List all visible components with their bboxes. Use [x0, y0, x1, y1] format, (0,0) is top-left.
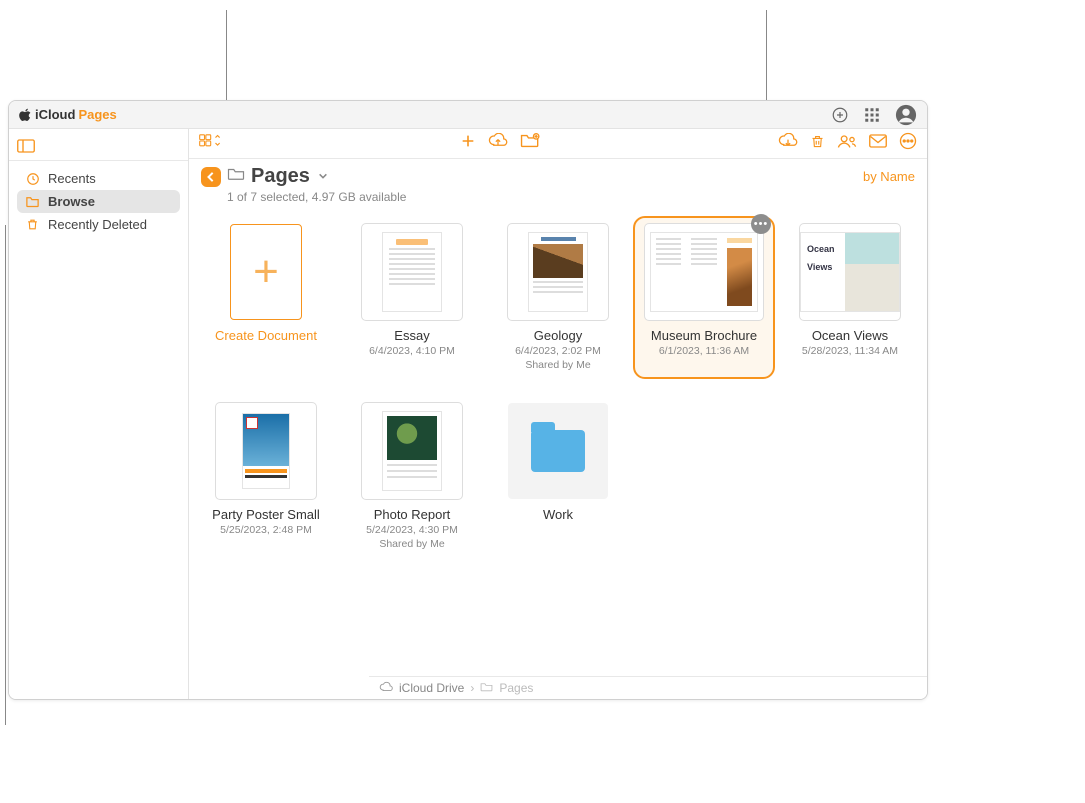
- tile-name: Geology: [534, 328, 582, 343]
- folder-title[interactable]: Pages: [251, 165, 310, 188]
- thumbnail: [508, 224, 608, 320]
- thumbnail: [362, 224, 462, 320]
- app-window: iCloud Pages: [8, 100, 928, 700]
- create-plus-icon[interactable]: [831, 106, 849, 124]
- new-folder-icon[interactable]: [520, 133, 540, 154]
- document-tile-party-poster[interactable]: Party Poster Small 5/25/2023, 2:48 PM: [197, 397, 335, 556]
- titlebar-brand[interactable]: iCloud Pages: [19, 107, 117, 122]
- sidebar-toggle-icon[interactable]: [17, 139, 35, 153]
- thumbnail: [645, 224, 763, 320]
- toolbar: [189, 129, 927, 159]
- tile-name: Essay: [394, 328, 429, 343]
- tile-date: 6/4/2023, 2:02 PM: [515, 345, 601, 357]
- thumbnail: Ocean Views: [800, 224, 900, 320]
- sidebar-item-recents[interactable]: Recents: [17, 167, 180, 190]
- tile-date: 5/28/2023, 11:34 AM: [802, 345, 898, 357]
- share-people-icon[interactable]: [837, 133, 857, 154]
- callout-line-sidebar: [5, 225, 6, 725]
- more-icon[interactable]: [899, 132, 917, 155]
- tile-name: Work: [543, 507, 573, 522]
- tile-name: Photo Report: [374, 507, 451, 522]
- folder-small-icon: [480, 681, 493, 695]
- breadcrumb: iCloud Drive › Pages: [369, 676, 927, 699]
- chevron-down-icon[interactable]: [318, 171, 328, 183]
- folder-icon: [531, 430, 585, 472]
- delete-icon[interactable]: [810, 133, 825, 155]
- account-icon[interactable]: [895, 104, 917, 126]
- sidebar-item-label: Recents: [48, 171, 96, 186]
- clock-icon: [25, 171, 40, 186]
- document-tile-essay[interactable]: Essay 6/4/2023, 4:10 PM: [343, 218, 481, 377]
- sidebar-item-label: Recently Deleted: [48, 217, 147, 232]
- back-button[interactable]: [201, 167, 221, 187]
- pathbar: Pages 1 of 7 selected, 4.97 GB available…: [189, 159, 927, 214]
- download-icon[interactable]: [778, 133, 798, 154]
- folder-icon: [25, 194, 40, 209]
- tile-shared: Shared by Me: [379, 538, 444, 550]
- apple-logo-icon: [19, 108, 32, 121]
- view-options-icon[interactable]: [199, 133, 221, 154]
- document-tile-geology[interactable]: Geology 6/4/2023, 2:02 PM Shared by Me: [489, 218, 627, 377]
- app-body: Recents Browse Recently Deleted: [9, 129, 927, 699]
- sidebar-item-browse[interactable]: Browse: [17, 190, 180, 213]
- document-tile-museum-brochure[interactable]: ••• Museum Brochure 6/1/2023, 11:36 AM: [635, 218, 773, 377]
- upload-icon[interactable]: [488, 133, 508, 154]
- document-grid: + Create Document Essay 6/4/2023, 4:10 P…: [189, 214, 927, 699]
- breadcrumb-root[interactable]: iCloud Drive: [399, 681, 464, 695]
- mail-icon[interactable]: [869, 134, 887, 153]
- thumb-title: Ocean Views: [807, 244, 835, 272]
- create-document-tile[interactable]: + Create Document: [197, 218, 335, 377]
- tile-name: Create Document: [215, 328, 317, 343]
- tile-date: 6/4/2023, 4:10 PM: [369, 345, 455, 357]
- selection-info: 1 of 7 selected, 4.97 GB available: [227, 190, 406, 204]
- tile-name: Museum Brochure: [651, 328, 757, 343]
- document-tile-photo-report[interactable]: Photo Report 5/24/2023, 4:30 PM Shared b…: [343, 397, 481, 556]
- folder-glyph-icon: [227, 167, 245, 186]
- add-icon[interactable]: [460, 133, 476, 154]
- tile-name: Ocean Views: [812, 328, 888, 343]
- app-grid-icon[interactable]: [863, 106, 881, 124]
- folder-tile-work[interactable]: Work: [489, 397, 627, 556]
- main-area: Pages 1 of 7 selected, 4.97 GB available…: [189, 129, 927, 699]
- tile-shared: Shared by Me: [525, 359, 590, 371]
- chevron-right-icon: ›: [470, 681, 474, 695]
- thumbnail: [508, 403, 608, 499]
- trash-icon: [25, 217, 40, 232]
- document-tile-ocean-views[interactable]: Ocean Views Ocean Views 5/28/2023, 11:34…: [781, 218, 919, 377]
- sidebar: Recents Browse Recently Deleted: [9, 129, 189, 699]
- sidebar-item-recently-deleted[interactable]: Recently Deleted: [17, 213, 180, 236]
- plus-icon: +: [230, 224, 302, 320]
- sort-button[interactable]: by Name: [863, 165, 915, 184]
- tile-date: 6/1/2023, 11:36 AM: [659, 345, 749, 357]
- thumbnail: [216, 403, 316, 499]
- cloud-icon: [379, 681, 393, 695]
- tile-more-button[interactable]: •••: [751, 214, 771, 234]
- titlebar: iCloud Pages: [9, 101, 927, 129]
- brand-prefix: iCloud: [35, 107, 75, 122]
- breadcrumb-current[interactable]: Pages: [499, 681, 533, 695]
- thumbnail: [362, 403, 462, 499]
- app-name: Pages: [78, 107, 116, 122]
- sidebar-item-label: Browse: [48, 194, 95, 209]
- tile-name: Party Poster Small: [212, 507, 320, 522]
- tile-date: 5/25/2023, 2:48 PM: [220, 524, 312, 536]
- tile-date: 5/24/2023, 4:30 PM: [366, 524, 458, 536]
